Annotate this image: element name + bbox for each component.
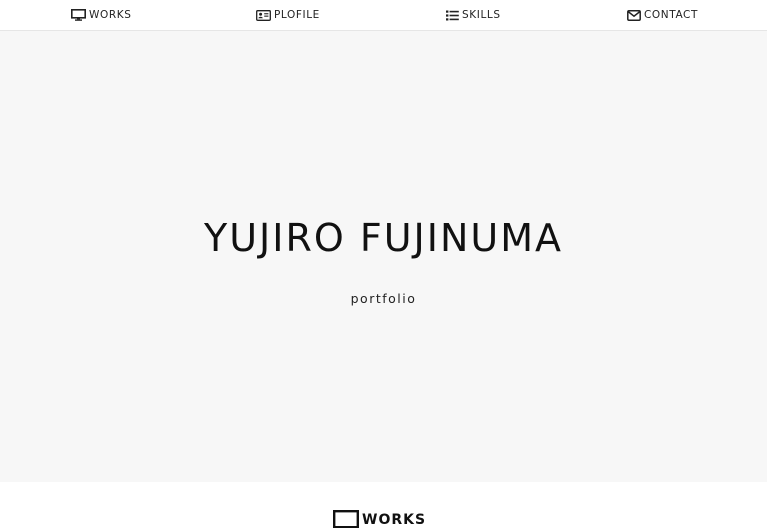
nav-item-skills[interactable]: SKILLS	[446, 0, 501, 30]
nav-item-contact[interactable]: CONTACT	[627, 0, 698, 30]
top-navigation: WORKS PLOFILE SKILLS CONTACT	[0, 0, 767, 31]
id-card-icon	[256, 9, 271, 21]
nav-item-works[interactable]: WORKS	[71, 0, 132, 30]
hero-subtitle: portfolio	[350, 291, 417, 306]
nav-label-works: WORKS	[89, 9, 132, 21]
works-section-heading: WORKS	[333, 510, 426, 528]
works-section: WORKS	[0, 482, 767, 528]
works-section-heading-text: WORKS	[362, 512, 427, 528]
hero-title: YUJIRO FUJINUMA	[204, 216, 563, 260]
nav-label-skills: SKILLS	[462, 9, 501, 21]
hero-section: YUJIRO FUJINUMA portfolio	[0, 31, 767, 482]
nav-label-contact: CONTACT	[644, 9, 698, 21]
monitor-icon	[71, 9, 86, 21]
envelope-icon	[627, 9, 641, 21]
list-icon	[446, 10, 459, 20]
monitor-icon	[333, 510, 359, 528]
nav-label-profile: PLOFILE	[274, 9, 320, 21]
nav-item-profile[interactable]: PLOFILE	[256, 0, 320, 30]
